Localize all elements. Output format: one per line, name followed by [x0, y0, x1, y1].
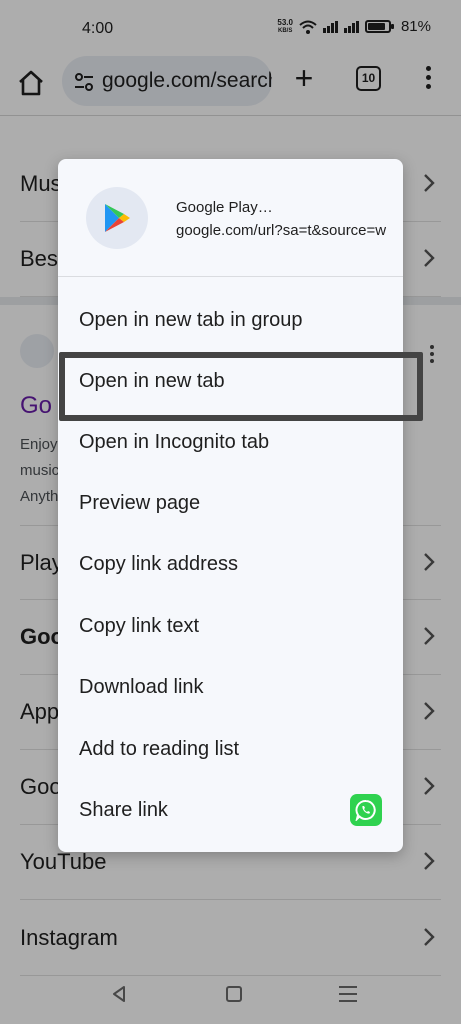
context-menu-header: Google Play… google.com/url?sa=t&source=… [58, 159, 403, 277]
menu-item-preview-page[interactable]: Preview page [58, 473, 403, 534]
menu-item-share-link[interactable]: Share link [58, 780, 403, 841]
google-play-icon [105, 204, 130, 232]
share-link-label: Share link [79, 799, 168, 821]
menu-item-download-link[interactable]: Download link [58, 657, 403, 718]
highlight-annotation [59, 352, 423, 421]
menu-item-copy-link-text[interactable]: Copy link text [58, 596, 403, 657]
menu-item-copy-link-address[interactable]: Copy link address [58, 534, 403, 595]
menu-item-add-to-reading-list[interactable]: Add to reading list [58, 719, 403, 780]
site-favicon [86, 187, 148, 249]
whatsapp-icon[interactable] [350, 794, 382, 826]
link-context-menu: Google Play… google.com/url?sa=t&source=… [58, 159, 403, 852]
link-title: Google Play… [176, 199, 273, 216]
menu-item-open-incognito-tab[interactable]: Open in Incognito tab [58, 412, 403, 473]
link-url: google.com/url?sa=t&source=web [176, 222, 386, 239]
menu-item-open-new-tab-in-group[interactable]: Open in new tab in group [58, 290, 403, 351]
